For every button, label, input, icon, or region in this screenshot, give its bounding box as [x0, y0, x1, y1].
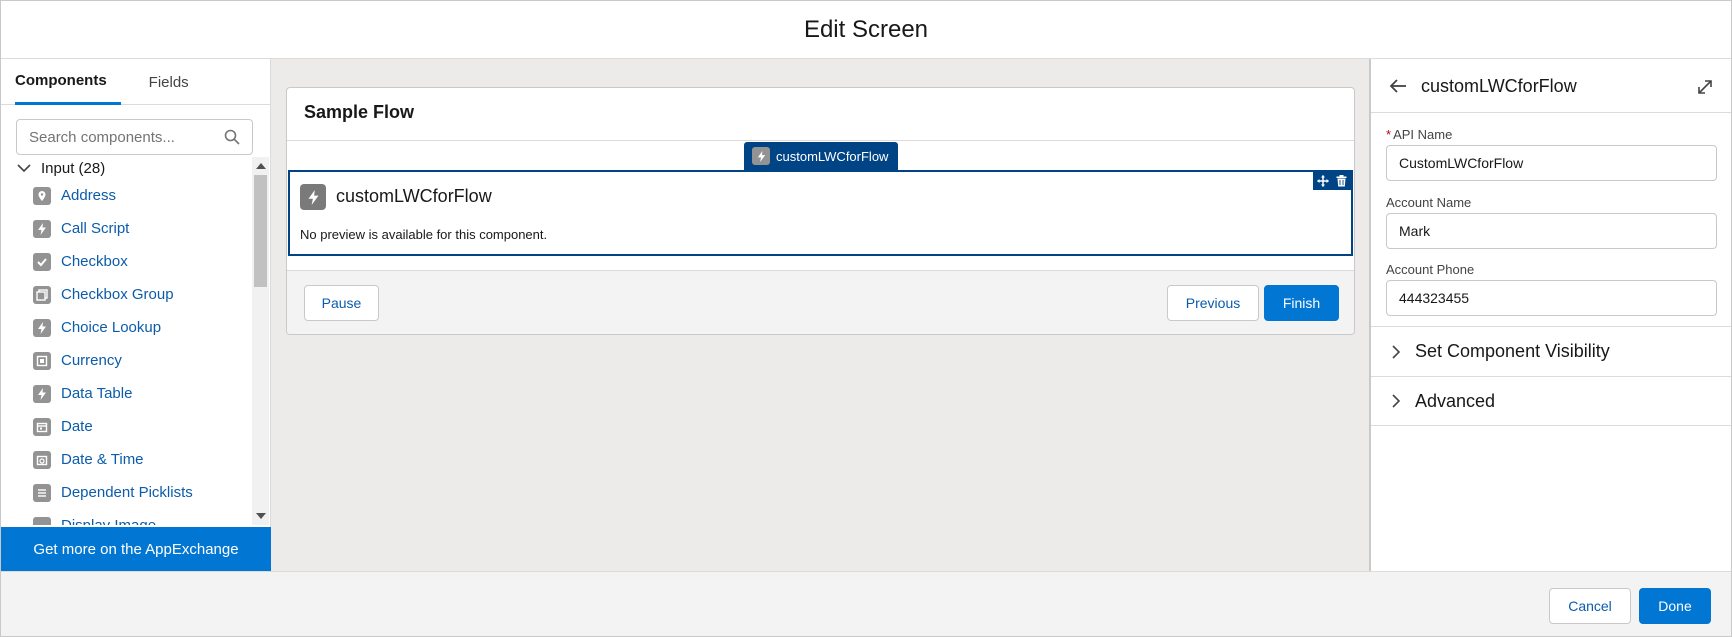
- bolt-icon: [33, 384, 51, 403]
- modal-title: Edit Screen: [803, 15, 929, 43]
- divider: [287, 140, 1354, 141]
- map-pin-icon: [33, 186, 51, 205]
- group-input[interactable]: Input (28): [1, 157, 251, 179]
- list-icon: [33, 483, 51, 502]
- section-component-visibility[interactable]: Set Component Visibility: [1371, 326, 1731, 376]
- palette-item-call-script[interactable]: Call Script: [1, 212, 251, 245]
- edit-screen-modal: Edit Screen Components Fields Input (28): [0, 0, 1732, 637]
- previous-button[interactable]: Previous: [1167, 285, 1259, 321]
- palette-item-currency[interactable]: Currency: [1, 344, 251, 377]
- item-label: Data Table: [61, 385, 133, 402]
- properties-title: customLWCforFlow: [1421, 76, 1577, 96]
- account-phone-label: Account Phone: [1386, 262, 1475, 277]
- group-label: Input (28): [41, 159, 106, 177]
- tab-components[interactable]: Components: [15, 59, 121, 105]
- api-name-input[interactable]: [1386, 145, 1717, 181]
- component-tree: Input (28) Address Call Script Checkbox: [1, 157, 251, 525]
- done-button[interactable]: Done: [1639, 588, 1711, 624]
- chevron-right-icon: [1392, 394, 1401, 408]
- item-label: Address: [61, 187, 117, 204]
- chevron-down-icon: [17, 164, 31, 173]
- selected-component-tag[interactable]: customLWCforFlow: [744, 142, 899, 170]
- bolt-icon: [33, 318, 51, 337]
- component-tag-label: customLWCforFlow: [776, 148, 889, 164]
- section-label: Advanced: [1415, 390, 1496, 411]
- component-actions: [1313, 172, 1351, 190]
- section-label: Set Component Visibility: [1415, 341, 1610, 361]
- account-phone-input[interactable]: [1386, 280, 1717, 316]
- expand-icon[interactable]: [1697, 79, 1713, 95]
- datetime-icon: [33, 450, 51, 469]
- lwc-component-icon: [300, 184, 326, 210]
- component-palette: Components Fields Input (28) Address: [1, 59, 271, 571]
- item-label: Display Image: [61, 517, 156, 525]
- component-name: customLWCforFlow: [336, 186, 492, 206]
- finish-button[interactable]: Finish: [1264, 285, 1339, 321]
- palette-item-address[interactable]: Address: [1, 179, 251, 212]
- cancel-button[interactable]: Cancel: [1549, 588, 1631, 624]
- flow-navigation: Pause Previous Finish: [287, 270, 1354, 334]
- item-label: Date: [61, 418, 93, 435]
- selected-component[interactable]: customLWCforFlow No preview is available…: [288, 170, 1353, 256]
- scroll-down-arrow-icon[interactable]: [256, 513, 266, 519]
- item-label: Checkbox: [61, 253, 128, 270]
- calendar-icon: [33, 417, 51, 436]
- preview-note: No preview is available for this compone…: [300, 227, 548, 242]
- bolt-icon: [33, 219, 51, 238]
- palette-item-dependent-picklists[interactable]: Dependent Picklists: [1, 476, 251, 509]
- search-box: [16, 119, 253, 155]
- item-label: Call Script: [61, 220, 130, 237]
- scroll-up-arrow-icon[interactable]: [256, 163, 266, 169]
- item-label: Checkbox Group: [61, 286, 174, 303]
- flow-screen-card: Sample Flow customLWCforFlow customLWCfo…: [286, 87, 1355, 335]
- search-icon[interactable]: [224, 129, 240, 145]
- section-advanced[interactable]: Advanced: [1371, 376, 1731, 426]
- item-label: Choice Lookup: [61, 319, 162, 336]
- pause-button[interactable]: Pause: [304, 285, 379, 321]
- palette-item-choice-lookup[interactable]: Choice Lookup: [1, 311, 251, 344]
- chevron-right-icon: [1392, 344, 1401, 359]
- delete-icon[interactable]: [1336, 175, 1347, 187]
- item-label: Date & Time: [61, 451, 144, 468]
- palette-item-checkbox-group[interactable]: Checkbox Group: [1, 278, 251, 311]
- modal-footer: Cancel Done: [1, 571, 1731, 636]
- properties-header: customLWCforFlow: [1371, 59, 1731, 113]
- checkbox-icon: [33, 252, 51, 271]
- appexchange-link[interactable]: Get more on the AppExchange: [1, 527, 271, 571]
- search-input[interactable]: [29, 128, 219, 146]
- palette-item-date[interactable]: Date: [1, 410, 251, 443]
- screen-canvas: Sample Flow customLWCforFlow customLWCfo…: [271, 59, 1369, 571]
- properties-panel: customLWCforFlow *API Name Account Name …: [1369, 59, 1731, 571]
- palette-item-display-image[interactable]: Display Image: [1, 509, 251, 525]
- tab-fields[interactable]: Fields: [149, 59, 189, 105]
- api-name-label: * API Name: [1386, 127, 1453, 142]
- bolt-icon: [752, 147, 770, 165]
- palette-item-data-table[interactable]: Data Table: [1, 377, 251, 410]
- palette-item-date-time[interactable]: Date & Time: [1, 443, 251, 476]
- flow-title: Sample Flow: [304, 102, 415, 122]
- palette-tabs: Components Fields: [1, 59, 270, 105]
- checkbox-group-icon: [33, 285, 51, 304]
- account-name-label: Account Name: [1386, 195, 1472, 210]
- image-icon: [33, 516, 51, 525]
- item-label: Dependent Picklists: [61, 484, 193, 501]
- palette-item-checkbox[interactable]: Checkbox: [1, 245, 251, 278]
- scrollbar-thumb[interactable]: [254, 175, 267, 287]
- required-marker: *: [1386, 127, 1392, 142]
- modal-header: Edit Screen: [1, 1, 1731, 59]
- move-icon[interactable]: [1316, 175, 1329, 187]
- palette-scrollbar[interactable]: [252, 157, 269, 525]
- currency-icon: [33, 351, 51, 370]
- item-label: Currency: [61, 352, 122, 369]
- account-name-input[interactable]: [1386, 213, 1717, 249]
- back-arrow-icon[interactable]: [1389, 78, 1407, 94]
